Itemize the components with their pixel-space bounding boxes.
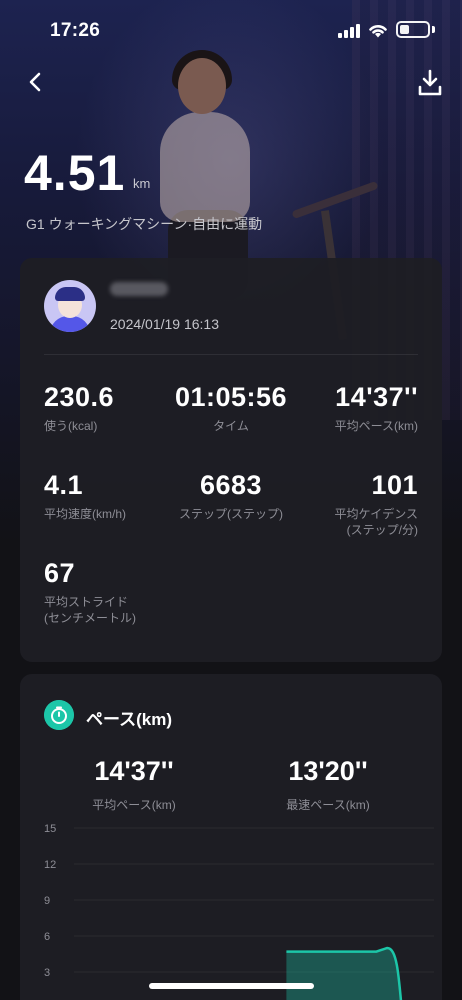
- pace-best: 13'20'' 最速ペース(km): [238, 756, 418, 813]
- stat-label: 平均ストライド (センチメートル): [44, 595, 136, 625]
- wifi-icon: [369, 25, 387, 38]
- pace-average-value: 14'37'': [94, 756, 174, 786]
- distance-value: 4.51: [24, 145, 126, 201]
- stat-label: 平均ケイデンス (ステップ/分): [334, 507, 418, 537]
- chevron-left-icon[interactable]: [24, 70, 48, 94]
- pace-chart: 15 12 9 6 3: [44, 823, 434, 1000]
- stat-avg-cadence: 101 平均ケイデンス (ステップ/分): [278, 470, 418, 538]
- pace-area: [286, 948, 401, 1000]
- avatar[interactable]: [44, 280, 96, 332]
- workout-datetime: 2024/01/19 16:13: [110, 316, 219, 332]
- pace-best-value: 13'20'': [288, 756, 368, 786]
- chart-y-tick-label: 9: [44, 895, 50, 907]
- chart-y-tick-label: 12: [44, 859, 56, 871]
- runner-body-image: [160, 112, 250, 222]
- workout-summary-card: 2024/01/19 16:13 230.6 使う(kcal) 01:05:56…: [20, 258, 442, 662]
- user-name-redacted: [110, 282, 168, 296]
- chart-y-tick-label: 15: [44, 823, 56, 835]
- home-indicator: [149, 983, 314, 989]
- battery-level: [400, 25, 409, 34]
- status-bar: 17:26: [0, 0, 462, 58]
- stat-avg-stride: 67 平均ストライド (センチメートル): [44, 558, 184, 626]
- battery-cap: [432, 26, 435, 33]
- stat-value: 101: [371, 470, 418, 500]
- stat-value: 14'37'': [335, 382, 418, 412]
- runner-head-image: [178, 58, 226, 114]
- stat-label: 平均ペース(km): [334, 419, 418, 433]
- divider: [44, 354, 418, 355]
- status-time: 17:26: [50, 20, 101, 41]
- cellular-signal-icon: [338, 24, 360, 38]
- pace-average-label: 平均ペース(km): [92, 798, 176, 812]
- pace-average: 14'37'' 平均ペース(km): [44, 756, 224, 813]
- stopwatch-icon: [44, 700, 74, 730]
- pace-best-label: 最速ペース(km): [286, 798, 370, 812]
- device-mode-label: G1 ウォーキングマシーン·自由に運動: [26, 216, 263, 232]
- stat-avg-pace: 14'37'' 平均ペース(km): [278, 382, 418, 434]
- pace-card: ペース(km) 14'37'' 平均ペース(km) 13'20'' 最速ペース(…: [20, 674, 442, 1000]
- battery-icon: [396, 21, 430, 38]
- distance-unit: km: [133, 176, 151, 191]
- stat-value: 67: [44, 558, 76, 588]
- pace-card-title: ペース(km): [86, 710, 173, 729]
- chart-y-tick-label: 6: [44, 931, 50, 943]
- download-icon[interactable]: [416, 68, 444, 98]
- chart-y-tick-label: 3: [44, 967, 50, 979]
